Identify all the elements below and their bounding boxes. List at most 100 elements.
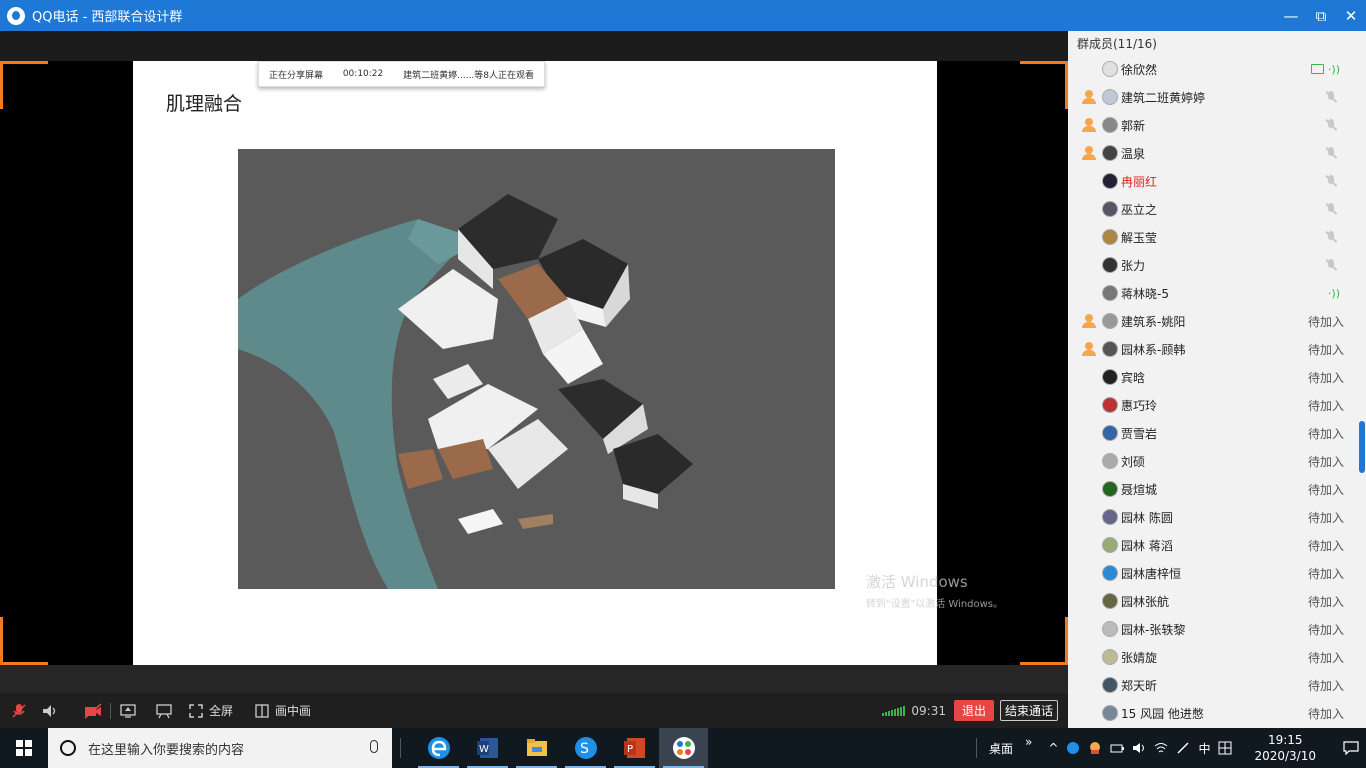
taskbar-search-box[interactable]: 在这里输入你要搜索的内容 xyxy=(48,728,392,768)
member-row[interactable]: 园林 蒋滔 待加入 xyxy=(1068,531,1358,559)
clock-date: 2020/3/10 xyxy=(1254,749,1316,763)
minimize-button[interactable]: — xyxy=(1276,0,1306,31)
member-status: 待加入 xyxy=(1307,314,1344,329)
member-status: 待加入 xyxy=(1307,454,1344,469)
mic-muted-icon xyxy=(1324,174,1338,188)
host-user-icon xyxy=(1082,146,1096,160)
member-list-scrollbar[interactable] xyxy=(1359,421,1365,473)
member-status: 待加入 xyxy=(1307,678,1344,693)
edge-browser-icon[interactable] xyxy=(414,728,463,768)
member-row[interactable]: 园林-张轶黎 待加入 xyxy=(1068,615,1358,643)
member-row[interactable]: 张力 xyxy=(1068,251,1358,279)
member-count-header: 群成员(11/16) xyxy=(1077,36,1157,51)
mic-muted-icon xyxy=(1324,202,1338,216)
member-row[interactable]: 解玉莹 xyxy=(1068,223,1358,251)
avatar xyxy=(1102,257,1118,273)
avatar xyxy=(1102,677,1118,693)
member-row[interactable]: 贾雪岩 待加入 xyxy=(1068,419,1358,447)
avatar xyxy=(1102,705,1118,721)
member-row[interactable]: 温泉 xyxy=(1068,139,1358,167)
window-controls: — ⧉ ✕ xyxy=(1276,0,1366,31)
exit-button[interactable]: 退出 xyxy=(953,700,994,721)
member-row[interactable]: 郑天昕 待加入 xyxy=(1068,671,1358,699)
taskbar-clock[interactable]: 19:15 2020/3/10 xyxy=(1254,732,1316,764)
member-name: 园林系-顾韩 xyxy=(1121,342,1186,357)
shared-screen-view[interactable]: 肌理融合 正在分享屏幕 00:10:22 建筑二班黄婷......等8人正在观看… xyxy=(0,61,1068,665)
picture-in-picture-label[interactable]: 画中画 xyxy=(275,702,311,719)
avatar xyxy=(1102,509,1118,525)
avatar xyxy=(1102,201,1118,217)
host-user-icon xyxy=(1082,90,1096,104)
member-row[interactable]: 蒋林晓-5 ·)) xyxy=(1068,279,1358,307)
member-name: 园林张航 xyxy=(1121,594,1170,609)
member-row[interactable]: 刘硕 待加入 xyxy=(1068,447,1358,475)
file-explorer-icon[interactable] xyxy=(512,728,561,768)
title-bar: QQ电话 - 西部联合设计群 — ⧉ ✕ xyxy=(0,0,1366,31)
member-panel: 群成员(11/16) 徐欣然 ·)) 建筑二班黄婷婷 郭新 温泉 冉丽红巫立之解玉莹张力蒋… xyxy=(1068,31,1366,728)
toolbar-overflow-icon[interactable]: » xyxy=(1025,735,1032,749)
whiteboard-icon[interactable] xyxy=(155,702,173,720)
qq-call-taskbar-icon[interactable] xyxy=(659,728,708,768)
member-row[interactable]: 园林系-顾韩 待加入 xyxy=(1068,335,1358,363)
screen-sharing-icon xyxy=(1311,64,1324,74)
close-button[interactable]: ✕ xyxy=(1336,0,1366,31)
qq-tray-icon[interactable] xyxy=(1088,741,1102,755)
fullscreen-label[interactable]: 全屏 xyxy=(209,702,233,719)
share-viewers: 建筑二班黄婷......等8人正在观看 xyxy=(403,70,535,81)
member-name: 巫立之 xyxy=(1121,202,1158,217)
frame-corner-top-left xyxy=(0,61,48,109)
pen-icon[interactable] xyxy=(1176,741,1190,755)
network-signal-icon xyxy=(882,705,906,716)
member-row[interactable]: 园林唐梓恒 待加入 xyxy=(1068,559,1358,587)
mic-muted-icon[interactable] xyxy=(10,702,28,720)
cortana-icon xyxy=(60,740,76,756)
avatar xyxy=(1102,397,1118,413)
volume-icon[interactable] xyxy=(1132,741,1146,755)
share-screen-icon[interactable] xyxy=(119,702,137,720)
window-title: QQ电话 - 西部联合设计群 xyxy=(32,10,183,25)
member-row[interactable]: 建筑系-姚阳 待加入 xyxy=(1068,307,1358,335)
start-button[interactable] xyxy=(0,728,48,768)
member-name: 园林 陈圆 xyxy=(1121,510,1173,525)
picture-in-picture-icon[interactable] xyxy=(253,702,271,720)
member-row[interactable]: 巫立之 xyxy=(1068,195,1358,223)
member-row[interactable]: 园林 陈圆 待加入 xyxy=(1068,503,1358,531)
member-row[interactable]: 园林张航 待加入 xyxy=(1068,587,1358,615)
ime-mode-icon[interactable] xyxy=(1218,741,1232,755)
wifi-icon[interactable] xyxy=(1154,741,1168,755)
member-row[interactable]: 张婧旋 待加入 xyxy=(1068,643,1358,671)
member-row[interactable]: 宾晗 待加入 xyxy=(1068,363,1358,391)
fullscreen-icon[interactable] xyxy=(187,702,205,720)
watermark-subtitle: 转到"设置"以激活 Windows。 xyxy=(866,599,1004,610)
video-top-strip xyxy=(0,31,1068,61)
member-name: 解玉莹 xyxy=(1121,230,1158,245)
call-duration: 09:31 xyxy=(911,703,946,718)
member-name: 15 风园 他进憋 xyxy=(1121,706,1204,721)
mic-muted-icon xyxy=(1324,230,1338,244)
avatar xyxy=(1102,369,1118,385)
powerpoint-app-icon[interactable]: P xyxy=(610,728,659,768)
show-hidden-icons-icon[interactable]: ^ xyxy=(1048,741,1058,755)
end-call-button[interactable]: 结束通话 xyxy=(999,700,1058,721)
desktop-toolbar-label[interactable]: 桌面 xyxy=(989,740,1013,757)
avatar xyxy=(1102,89,1118,105)
sogou-app-icon[interactable]: S xyxy=(561,728,610,768)
frame-corner-bottom-right xyxy=(1020,617,1068,665)
restore-button[interactable]: ⧉ xyxy=(1306,0,1336,31)
battery-icon[interactable] xyxy=(1110,741,1125,755)
notification-center-icon[interactable] xyxy=(1336,741,1366,755)
edge-tray-icon[interactable] xyxy=(1066,741,1080,755)
member-name: 聂煊城 xyxy=(1121,482,1158,497)
member-row[interactable]: 惠巧玲 待加入 xyxy=(1068,391,1358,419)
voice-search-icon[interactable] xyxy=(370,740,378,753)
speaker-icon[interactable] xyxy=(40,702,58,720)
ime-language-indicator[interactable]: 中 xyxy=(1198,740,1210,757)
member-row[interactable]: 聂煊城 待加入 xyxy=(1068,475,1358,503)
member-row[interactable]: 郭新 xyxy=(1068,111,1358,139)
member-row[interactable]: 徐欣然 ·)) xyxy=(1068,55,1358,83)
member-row[interactable]: 建筑二班黄婷婷 xyxy=(1068,83,1358,111)
word-app-icon[interactable]: W xyxy=(463,728,512,768)
member-row[interactable]: 15 风园 他进憋 待加入 xyxy=(1068,699,1358,727)
camera-off-icon[interactable] xyxy=(84,702,102,720)
member-row[interactable]: 冉丽红 xyxy=(1068,167,1358,195)
